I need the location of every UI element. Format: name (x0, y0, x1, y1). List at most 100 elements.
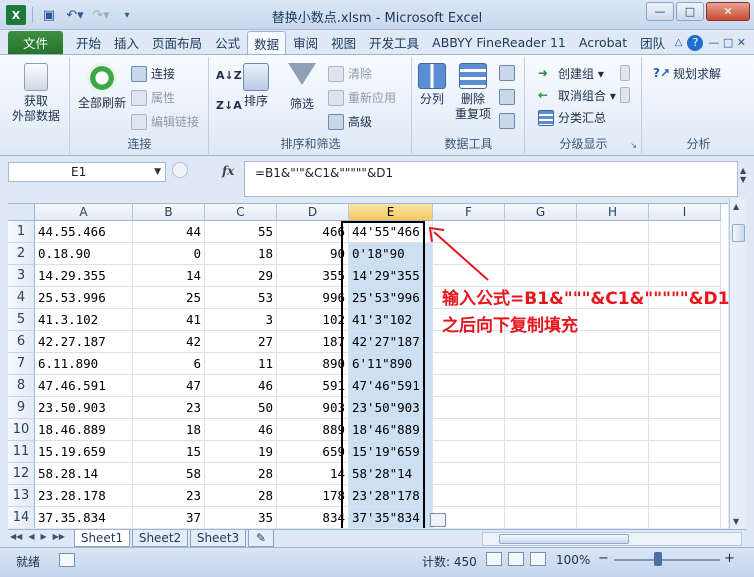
row-header[interactable]: 1 (8, 221, 35, 243)
first-sheet-icon[interactable]: ◀◀ (10, 532, 22, 541)
cell-h[interactable] (577, 507, 649, 528)
cell-c[interactable]: 19 (205, 441, 277, 463)
horizontal-scroll-thumb[interactable] (499, 534, 629, 544)
tab-abbyy[interactable]: ABBYY FineReader 11 (426, 31, 572, 54)
row-header[interactable]: 7 (8, 353, 35, 375)
normal-view-icon[interactable] (486, 552, 502, 566)
insert-function-icon[interactable]: fx (222, 164, 234, 178)
row-header[interactable]: 9 (8, 397, 35, 419)
cell-d[interactable]: 102 (277, 309, 349, 331)
cell-d[interactable]: 834 (277, 507, 349, 528)
scroll-up-icon[interactable]: ▲ (733, 202, 739, 211)
minimize-ribbon-icon[interactable]: △ (675, 37, 683, 48)
cell-i[interactable] (649, 375, 721, 397)
hide-detail-button[interactable] (620, 87, 634, 103)
cell-c[interactable]: 3 (205, 309, 277, 331)
clear-filter-button[interactable]: 清除 (328, 65, 372, 82)
tab-acrobat[interactable]: Acrobat (573, 31, 633, 54)
cell-g[interactable] (505, 441, 577, 463)
expand-formula-bar-icon[interactable]: ▲ ▼ (740, 166, 746, 184)
page-layout-view-icon[interactable] (508, 552, 524, 566)
sort-button[interactable]: 排序 (240, 63, 272, 109)
cell-f[interactable] (433, 485, 505, 507)
vertical-scrollbar[interactable]: ▲ ▼ (729, 198, 746, 530)
text-to-columns-button[interactable]: 分列 (415, 63, 449, 107)
cell-h[interactable] (577, 485, 649, 507)
cell-a[interactable]: 41.3.102 (35, 309, 133, 331)
tab-home[interactable]: 开始 (70, 31, 107, 54)
column-header-d[interactable]: D (277, 204, 349, 221)
cell-b[interactable]: 14 (133, 265, 205, 287)
insert-sheet-icon[interactable]: ✎ (248, 530, 274, 547)
close-button[interactable]: ✕ (706, 2, 750, 21)
cell-e[interactable]: 41'3"102 (349, 309, 433, 331)
column-header-g[interactable]: G (505, 204, 577, 221)
cell-d[interactable]: 90 (277, 243, 349, 265)
sort-descending-button[interactable]: Z↓A (216, 99, 242, 112)
cell-c[interactable]: 46 (205, 419, 277, 441)
macro-record-icon[interactable] (59, 553, 75, 567)
cell-c[interactable]: 29 (205, 265, 277, 287)
tab-developer[interactable]: 开发工具 (363, 31, 425, 54)
edit-links-button[interactable]: 编辑链接 (131, 113, 199, 130)
cell-a[interactable]: 18.46.889 (35, 419, 133, 441)
cell-c[interactable]: 11 (205, 353, 277, 375)
cell-e[interactable]: 47'46"591 (349, 375, 433, 397)
row-header[interactable]: 14 (8, 507, 35, 528)
cell-d[interactable]: 466 (277, 221, 349, 243)
cell-i[interactable] (649, 221, 721, 243)
row-header[interactable]: 4 (8, 287, 35, 309)
zoom-in-icon[interactable]: + (724, 551, 735, 566)
row-header[interactable]: 13 (8, 485, 35, 507)
cell-d[interactable]: 178 (277, 485, 349, 507)
cell-h[interactable] (577, 419, 649, 441)
cell-b[interactable]: 25 (133, 287, 205, 309)
zoom-level[interactable]: 100% (556, 553, 590, 567)
cell-b[interactable]: 44 (133, 221, 205, 243)
cell-h[interactable] (577, 375, 649, 397)
cell-b[interactable]: 23 (133, 485, 205, 507)
restore-workbook-icon[interactable]: — □ ✕ (708, 36, 746, 49)
cell-e[interactable]: 23'50"903 (349, 397, 433, 419)
zoom-slider-knob[interactable] (654, 552, 662, 566)
tab-insert[interactable]: 插入 (108, 31, 145, 54)
cell-a[interactable]: 23.28.178 (35, 485, 133, 507)
sheet-tab-sheet2[interactable]: Sheet2 (132, 530, 188, 547)
cell-c[interactable]: 18 (205, 243, 277, 265)
cell-b[interactable]: 37 (133, 507, 205, 528)
cell-d[interactable]: 659 (277, 441, 349, 463)
cell-a[interactable]: 14.29.355 (35, 265, 133, 287)
data-validation-button[interactable] (499, 65, 519, 81)
column-header-b[interactable]: B (133, 204, 205, 221)
row-header[interactable]: 2 (8, 243, 35, 265)
cell-f[interactable] (433, 441, 505, 463)
row-header[interactable]: 11 (8, 441, 35, 463)
tab-file[interactable]: 文件 (8, 31, 64, 54)
cell-a[interactable]: 58.28.14 (35, 463, 133, 485)
tab-page-layout[interactable]: 页面布局 (146, 31, 208, 54)
cell-c[interactable]: 28 (205, 485, 277, 507)
cell-g[interactable] (505, 419, 577, 441)
autofill-options-icon[interactable] (430, 513, 446, 527)
cell-h[interactable] (577, 265, 649, 287)
cell-a[interactable]: 0.18.90 (35, 243, 133, 265)
cell-f[interactable] (433, 397, 505, 419)
cell-i[interactable] (649, 441, 721, 463)
column-header-a[interactable]: A (35, 204, 133, 221)
page-break-view-icon[interactable] (530, 552, 546, 566)
cell-i[interactable] (649, 485, 721, 507)
cell-a[interactable]: 47.46.591 (35, 375, 133, 397)
show-detail-button[interactable] (620, 65, 634, 81)
cell-f[interactable] (433, 463, 505, 485)
cell-h[interactable] (577, 243, 649, 265)
tab-review[interactable]: 审阅 (287, 31, 324, 54)
cell-g[interactable] (505, 221, 577, 243)
last-sheet-icon[interactable]: ▶▶ (53, 532, 65, 541)
cell-h[interactable] (577, 221, 649, 243)
cell-h[interactable] (577, 353, 649, 375)
cell-i[interactable] (649, 353, 721, 375)
worksheet-grid[interactable]: A B C D E F G H I 1 44.55.466 44 55 466 44'55"466 2 0.18… (8, 203, 728, 528)
advanced-filter-button[interactable]: 高级 (328, 113, 372, 130)
name-box-dropdown-icon[interactable]: ▼ (154, 163, 161, 181)
cell-g[interactable] (505, 375, 577, 397)
